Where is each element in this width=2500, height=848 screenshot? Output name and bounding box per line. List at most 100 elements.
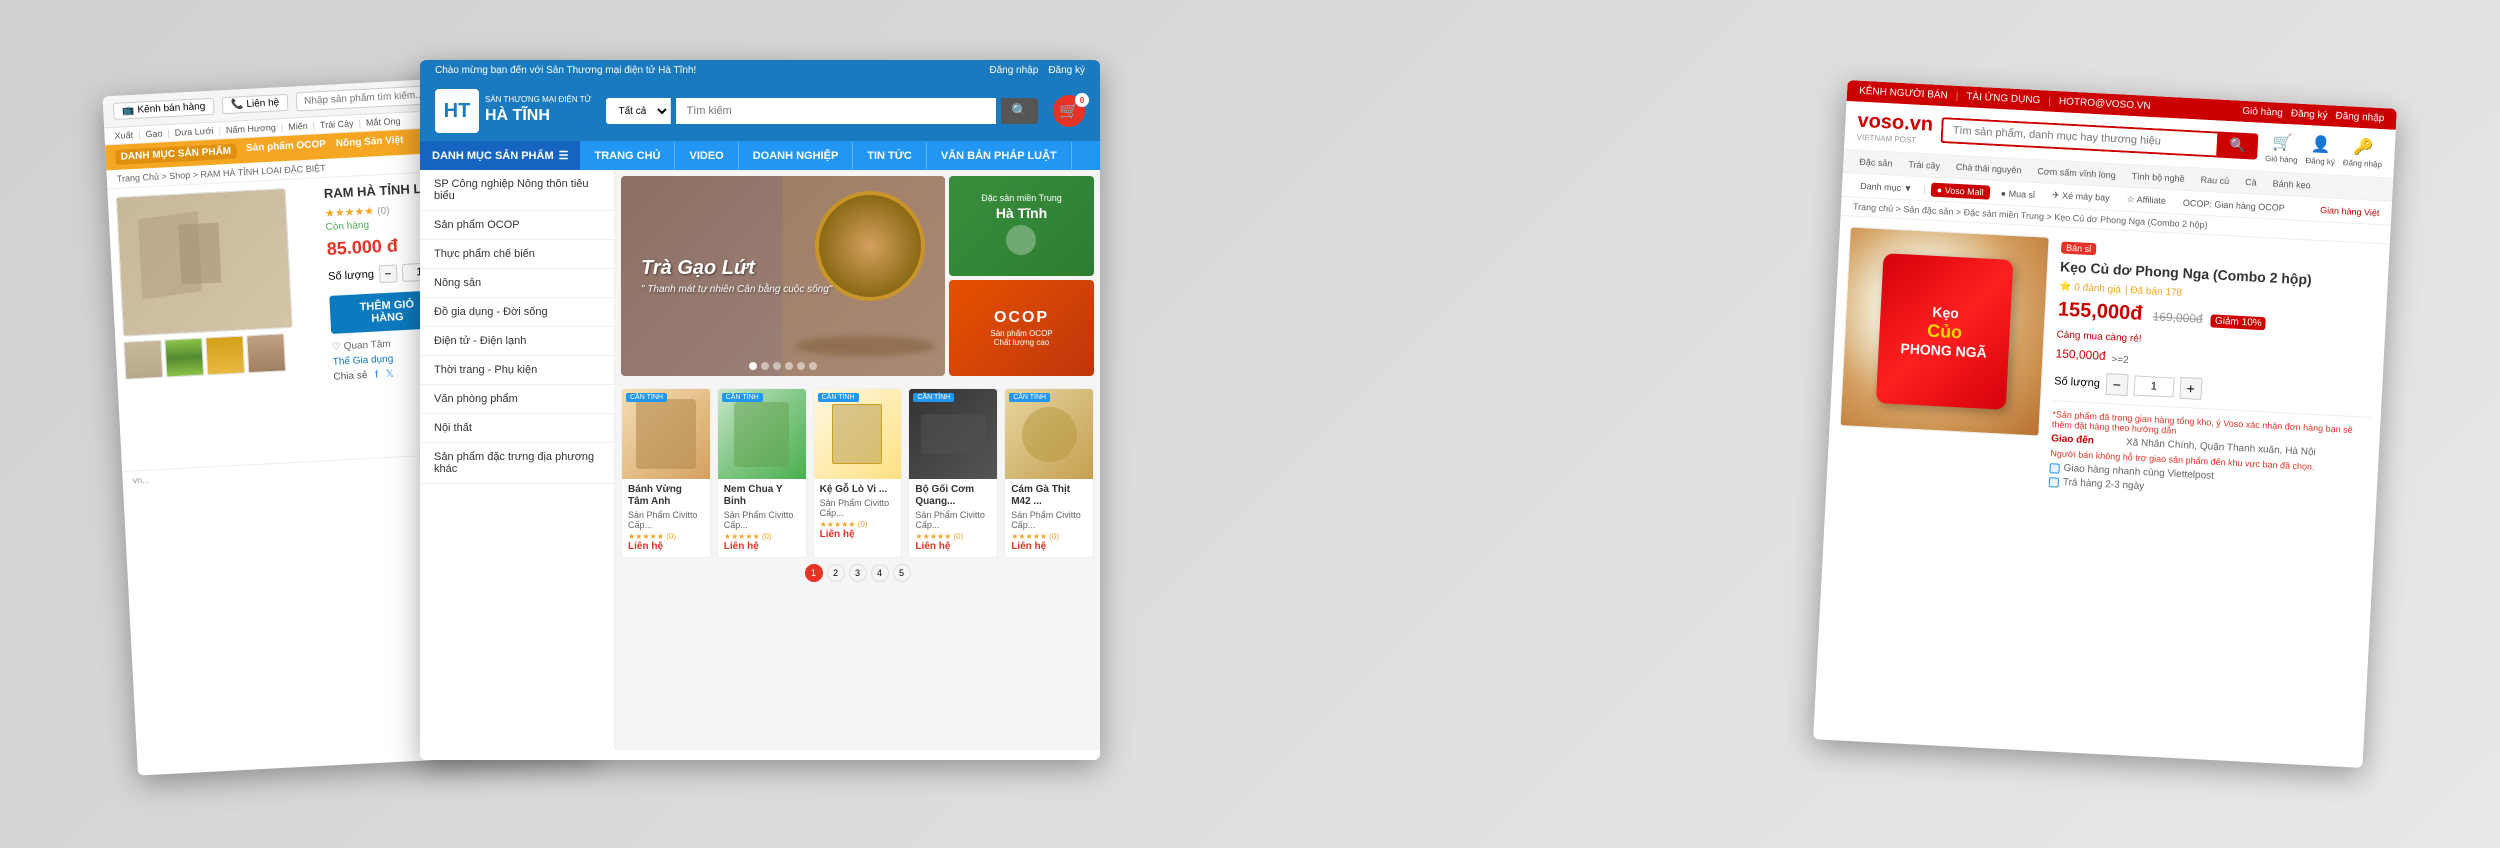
pm-share-twitter[interactable]: 𝕏 (385, 369, 394, 380)
pm-menu-nongsanviet[interactable]: Nông Sản Việt (336, 135, 404, 154)
ht-page-2[interactable]: 2 (827, 564, 845, 582)
ht-search-btn[interactable]: 🔍 (1001, 98, 1038, 124)
vs-cat-ca[interactable]: Cà (2241, 175, 2261, 190)
pm-thumb-1[interactable] (123, 340, 163, 380)
voso-card: KÊNH NGƯỜI BÁN | TÀI ỨNG DỤNG | HOTRO@VO… (1813, 80, 2397, 768)
vs-subnav-muasi[interactable]: ● Mua sỉ (1994, 185, 2041, 201)
pm-nav-traicay[interactable]: Trái Cây (320, 118, 354, 130)
ht-banner-main[interactable]: Trà Gạo Lứt " Thanh mát tự nhiên Cân bằn… (621, 176, 945, 376)
pm-qty-minus[interactable]: − (379, 264, 398, 283)
pm-nav-mien[interactable]: Miến (288, 121, 308, 132)
vs-cat-traicay[interactable]: Trái cây (1904, 157, 1944, 173)
banner-dot-2[interactable] (761, 362, 769, 370)
pm-thumb-4[interactable] (246, 333, 286, 373)
pm-nav-namhuong[interactable]: Nấm Hương (226, 122, 276, 135)
banner-dot-4[interactable] (785, 362, 793, 370)
vs-login-icon-btn[interactable]: 🔑 Đăng nhập (2343, 136, 2384, 169)
banner-dot-6[interactable] (809, 362, 817, 370)
vs-topbar-dangky[interactable]: Đăng ký (2291, 108, 2328, 121)
pm-channel-btn[interactable]: 📺 Kênh bán hàng (113, 98, 215, 120)
vs-subnav-gianviet[interactable]: Gian hàng Việt (2320, 204, 2380, 217)
vs-subnav-affiliate[interactable]: ☆ Affiliate (2120, 192, 2172, 210)
ht-logo[interactable]: HT SÀN THƯƠNG MẠI ĐIỆN TỬ HÀ TĨNH (435, 89, 591, 133)
ht-page-4[interactable]: 4 (871, 564, 889, 582)
ht-sidebar-dactrung[interactable]: Sản phẩm đặc trưng địa phương khác (420, 443, 614, 484)
vs-topbar-kenhguoiban[interactable]: KÊNH NGƯỜI BÁN (1859, 86, 1948, 102)
vs-qty-input[interactable] (2133, 376, 2174, 398)
ht-search-select[interactable]: Tất cả (606, 98, 671, 124)
banner-dot-3[interactable] (773, 362, 781, 370)
vs-search-input[interactable] (1940, 117, 2218, 157)
ht-product-5[interactable]: CẦN TỈNH Cám Gà Thịt M42 ... Sản Phẩm Ci… (1004, 388, 1094, 558)
ht-product-1[interactable]: CẦN TỈNH Bánh Vừng Tâm Anh Sản Phẩm Civi… (621, 388, 711, 558)
ht-sidebar-cnntt[interactable]: SP Công nghiệp Nông thôn tiêu biểu (420, 170, 614, 211)
ht-page-3[interactable]: 3 (849, 564, 867, 582)
ht-cart-btn[interactable]: 🛒 0 (1053, 95, 1085, 127)
ht-product-name-5: Cám Gà Thịt M42 ... (1011, 484, 1087, 508)
vs-checkbox-trahang[interactable] (2049, 477, 2060, 488)
banner-dot-1[interactable] (749, 362, 757, 370)
vs-register-icon-btn[interactable]: 👤 Đăng ký (2305, 134, 2336, 166)
ht-sidebar-nongsan[interactable]: Nông sản (420, 269, 614, 298)
ht-banner-side-bottom[interactable]: OCOP Sản phẩm OCOPChất lượng cao (949, 280, 1094, 376)
vs-logo[interactable]: voso.vn VIETNAM POST (1856, 110, 1933, 146)
vs-subnav-danhmuc[interactable]: Danh mục ▼ (1854, 178, 1919, 195)
ht-page-1[interactable]: 1 (805, 564, 823, 582)
ht-product-price-4: Liên hệ (915, 541, 991, 552)
ht-sidebar-vanphong[interactable]: Văn phòng phẩm (420, 385, 614, 414)
ht-banner-side-top[interactable]: Đặc sản miền Trung Hà Tĩnh (949, 176, 1094, 276)
ht-login-link[interactable]: Đăng nhập (989, 65, 1038, 76)
pm-share-fb[interactable]: f (375, 369, 378, 380)
ht-sidebar-thoitrang[interactable]: Thời trang - Phụ kiện (420, 356, 614, 385)
pm-menu-danhmuc[interactable]: DANH MỤC SẢN PHẨM (115, 144, 236, 165)
ht-product-2[interactable]: CẦN TỈNH Nem Chua Y Binh Sản Phẩm Civitt… (717, 388, 807, 558)
ht-nav-trangchu[interactable]: TRANG CHỦ (580, 142, 675, 170)
vs-checkbox-viettelpost[interactable] (2049, 463, 2060, 474)
pm-nav-xuat[interactable]: Xuất (114, 130, 133, 141)
pm-nav-matong[interactable]: Mắt Ong (366, 116, 401, 128)
vs-qty-plus[interactable]: + (2179, 377, 2202, 400)
ht-topbar-links: Đăng nhập Đăng ký (989, 65, 1085, 76)
pm-nav-dualuoi[interactable]: Dưa Lưới (174, 126, 213, 138)
ht-nav-video[interactable]: VIDEO (675, 142, 738, 170)
ht-sidebar-ocop[interactable]: Sản phẩm OCOP (420, 211, 614, 240)
banner-dot-5[interactable] (797, 362, 805, 370)
ht-page-5[interactable]: 5 (893, 564, 911, 582)
vs-topbar-dangnhap[interactable]: Đăng nhập (2335, 111, 2384, 125)
vs-cat-dianh[interactable]: Đặc sản (1855, 155, 1897, 171)
vs-cart-icon-btn[interactable]: 🛒 Giỏ hàng (2265, 132, 2299, 165)
ht-nav-tintuc[interactable]: TIN TỨC (853, 142, 927, 170)
vs-subnav-vosomall[interactable]: ● Voso Mall (1930, 182, 1990, 199)
vs-search-btn[interactable]: 🔍 (2217, 132, 2259, 160)
vs-topbar-gioithieu[interactable]: Giỏ hàng (2242, 106, 2283, 119)
vs-cat-comvinhlong[interactable]: Cơm sấm vĩnh long (2033, 164, 2120, 183)
vs-topbar-hotro[interactable]: HOTRO@VOSO.VN (2059, 96, 2151, 112)
ht-sidebar-thucpham[interactable]: Thực phẩm chế biến (420, 240, 614, 269)
ht-register-link[interactable]: Đăng ký (1048, 65, 1085, 76)
ht-sidebar-dientudienlanh[interactable]: Điện tử - Điện lạnh (420, 327, 614, 356)
vs-cat-tinhbonhe[interactable]: Tình bộ nghề (2127, 169, 2189, 186)
vs-header-icons: 🛒 Giỏ hàng 👤 Đăng ký 🔑 Đăng nhập (2265, 132, 2383, 169)
pm-thumb-2[interactable] (164, 338, 204, 378)
pm-nav-gao[interactable]: Gạo (145, 128, 163, 139)
pm-contact-btn[interactable]: 📞 Liên hệ (222, 94, 289, 114)
vs-subnav-ocop[interactable]: OCOP: Gian hàng OCOP (2177, 195, 2292, 215)
vs-cat-banhkeo[interactable]: Bánh kẹo (2268, 176, 2315, 192)
ht-product-img-3: CẦN TỈNH (814, 389, 902, 479)
pm-thumb-3[interactable] (205, 335, 245, 375)
ht-nav-vanbantuc[interactable]: VĂN BẢN PHÁP LUẬT (927, 142, 1072, 170)
vs-subnav-xemaybay[interactable]: ✈ Xé máy bay (2046, 188, 2116, 207)
vs-price-discount: Giảm 10% (2211, 315, 2266, 331)
pm-menu-ocop[interactable]: Sản phẩm OCOP (246, 139, 327, 158)
ht-search-input[interactable] (676, 98, 996, 124)
vs-cat-raucu[interactable]: Rau củ (2196, 172, 2233, 188)
ht-sidebar-diadung[interactable]: Đồ gia dụng - Đời sống (420, 298, 614, 327)
ht-product-4[interactable]: CẦN TỈNH Bộ Gối Cơm Quang... Sản Phẩm Ci… (908, 388, 998, 558)
vs-topbar-tailieudung[interactable]: TÀI ỨNG DỤNG (1966, 91, 2041, 106)
ht-nav-main[interactable]: DANH MỤC SẢN PHẨM ☰ (420, 141, 580, 170)
vs-qty-minus[interactable]: − (2105, 373, 2128, 396)
ht-product-3[interactable]: CẦN TỈNH Kệ Gỗ Lò Vi ... Sản Phẩm Civitt… (813, 388, 903, 558)
ht-sidebar-noithat[interactable]: Nội thất (420, 414, 614, 443)
ht-nav-doanhnghiep[interactable]: DOANH NGHIỆP (739, 142, 854, 170)
vs-cat-chathai[interactable]: Chà thái nguyên (1952, 160, 2026, 178)
